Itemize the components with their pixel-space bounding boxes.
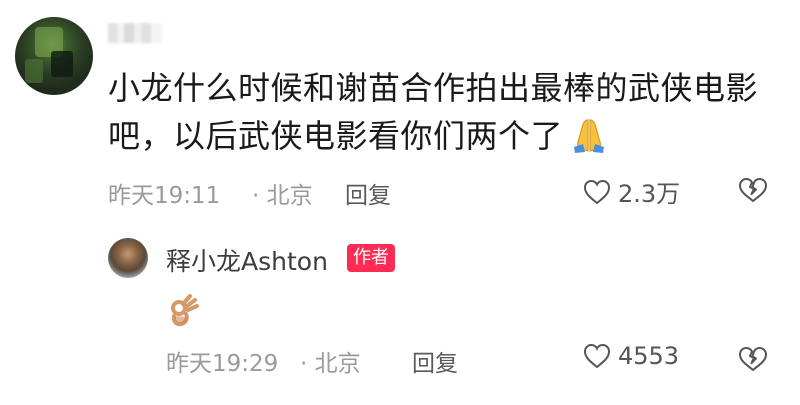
reply-reply-button[interactable]: 回复	[412, 344, 458, 378]
reply-like-button[interactable]: 4553	[582, 342, 679, 370]
comment-like-count: 2.3万	[618, 180, 681, 208]
comment-text: 小龙什么时候和谢苗合作拍出最棒的武侠电影 吧，以后武侠电影看你们两个了	[108, 64, 759, 160]
comment-text-line-1: 小龙什么时候和谢苗合作拍出最棒的武侠电影	[108, 69, 759, 107]
comment-text-line-2: 吧，以后武侠电影看你们两个了	[108, 112, 748, 160]
ok-hand-icon	[171, 294, 199, 327]
folded-hands-icon	[574, 119, 605, 153]
reply-location: · 北京	[300, 351, 361, 377]
broken-heart-icon[interactable]	[737, 345, 769, 373]
comment-like-button[interactable]: 2.3万	[582, 174, 680, 209]
reply-author-name[interactable]: 释小龙Ashton	[166, 242, 328, 278]
reply-like-count: 4553	[618, 342, 680, 370]
comment-timestamp: 昨天19:11	[108, 183, 221, 209]
comment-text-line-2-text: 吧，以后武侠电影看你们两个了	[108, 117, 564, 155]
heart-icon	[583, 343, 611, 369]
commenter-avatar[interactable]	[15, 17, 93, 95]
reply-timestamp: 昨天19:29	[166, 351, 279, 377]
broken-heart-icon[interactable]	[737, 176, 769, 204]
author-badge: 作者	[347, 244, 395, 272]
commenter-name-blurred[interactable]	[108, 23, 162, 43]
comment-reply-button[interactable]: 回复	[345, 176, 391, 210]
comment-location: · 北京	[252, 183, 313, 209]
reply-author-avatar[interactable]	[108, 238, 148, 278]
heart-icon	[583, 179, 611, 204]
